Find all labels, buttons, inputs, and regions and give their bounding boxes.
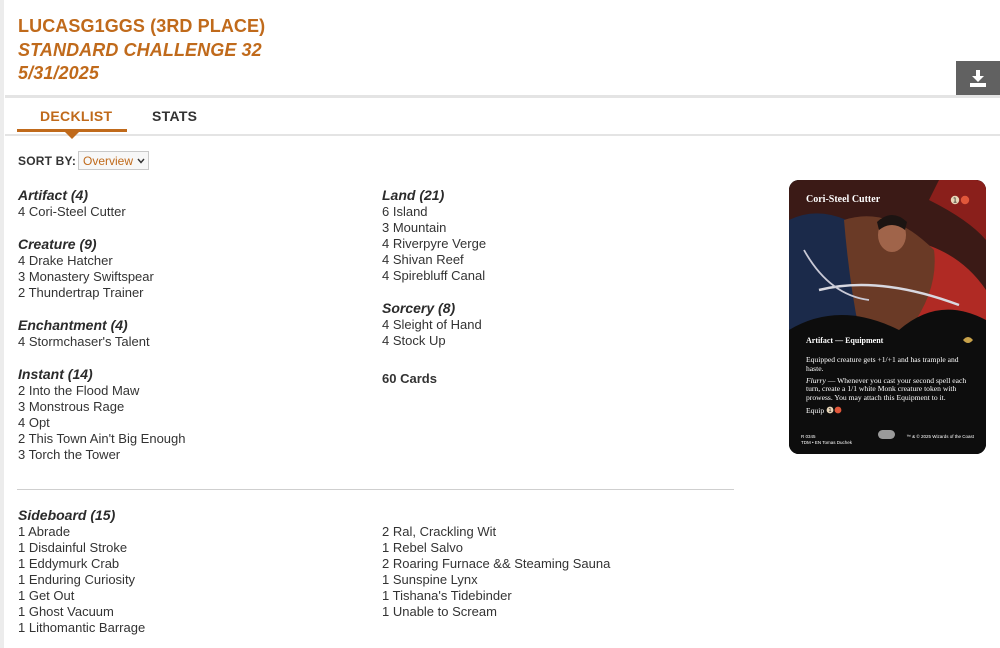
card-entry[interactable]: 4 Stock Up xyxy=(382,333,712,349)
card-group-enchantment: Enchantment (4) 4 Stormchaser's Talent xyxy=(18,317,348,350)
card-entry[interactable]: 4 Drake Hatcher xyxy=(18,253,348,269)
card-entry[interactable]: 1 Rebel Salvo xyxy=(382,540,712,556)
card-entry[interactable]: 3 Monstrous Rage xyxy=(18,399,348,415)
card-entry[interactable]: 3 Monastery Swiftspear xyxy=(18,269,348,285)
sideboard-column-1: 1 Abrade 1 Disdainful Stroke 1 Eddymurk … xyxy=(18,524,348,636)
card-type-line: Artifact — Equipment xyxy=(806,336,884,345)
card-entry[interactable]: 1 Lithomantic Barrage xyxy=(18,620,348,636)
card-entry[interactable]: 1 Abrade xyxy=(18,524,348,540)
tab-bar: DECKLIST STATS xyxy=(0,98,1000,139)
decklist-column-1: Artifact (4) 4 Cori-Steel Cutter Creatur… xyxy=(18,187,348,479)
player-title: LUCASG1GGS (3RD PLACE) xyxy=(18,16,266,36)
total-card-count: 60 Cards xyxy=(382,371,437,386)
card-entry[interactable]: 2 Into the Flood Maw xyxy=(18,383,348,399)
sort-select[interactable]: Overview xyxy=(78,151,149,170)
card-entry[interactable]: 2 This Town Ain't Big Enough xyxy=(18,431,348,447)
mana-cost-icon: 1 xyxy=(950,195,970,205)
card-entry[interactable]: 3 Mountain xyxy=(382,220,712,236)
sideboard-title: Sideboard (15) xyxy=(18,507,116,523)
card-entry[interactable]: 6 Island xyxy=(382,204,712,220)
tab-decklist[interactable]: DECKLIST xyxy=(40,108,112,124)
card-entry[interactable]: 1 Sunspine Lynx xyxy=(382,572,712,588)
card-artist: Tomas Duchek xyxy=(822,439,853,445)
equip-cost-icon: 1 xyxy=(826,406,842,414)
rules-paragraph-1: Equipped creature gets +1/+1 and has tra… xyxy=(806,355,959,373)
card-group-land: Land (21) 6 Island 3 Mountain 4 Riverpyr… xyxy=(382,187,712,284)
card-group-artifact: Artifact (4) 4 Cori-Steel Cutter xyxy=(18,187,348,220)
card-name: Cori-Steel Cutter xyxy=(806,194,881,205)
card-entry[interactable]: 1 Disdainful Stroke xyxy=(18,540,348,556)
active-tab-pointer xyxy=(65,132,79,139)
sort-selected-value: Overview xyxy=(83,154,134,168)
event-title: STANDARD CHALLENGE 32 xyxy=(18,40,262,60)
tab-bar-divider xyxy=(5,134,1000,136)
equip-keyword: Equip xyxy=(806,405,825,415)
card-entry[interactable]: 1 Tishana's Tidebinder xyxy=(382,588,712,604)
download-button[interactable] xyxy=(956,61,1000,96)
card-group-creature: Creature (9) 4 Drake Hatcher 3 Monastery… xyxy=(18,236,348,301)
svg-text:1: 1 xyxy=(828,408,832,414)
card-entry[interactable]: 4 Opt xyxy=(18,415,348,431)
page-header: LUCASG1GGS (3RD PLACE) STANDARD CHALLENG… xyxy=(0,0,1000,98)
card-entry[interactable]: 2 Thundertrap Trainer xyxy=(18,285,348,301)
flurry-text: — Whenever you cast your second spell ea… xyxy=(806,375,967,403)
card-entry[interactable]: 1 Get Out xyxy=(18,588,348,604)
card-entry[interactable]: 1 Enduring Curiosity xyxy=(18,572,348,588)
group-title: Land (21) xyxy=(382,187,445,203)
card-preview: Cori-Steel Cutter 1 Artifact — Equipment… xyxy=(789,180,986,454)
collector-set-line: TDM • EN Tomas Duchek xyxy=(801,440,852,446)
card-entry[interactable]: 4 Spirebluff Canal xyxy=(382,268,712,284)
sort-label: SORT BY: xyxy=(18,154,77,168)
card-entry[interactable]: 1 Ghost Vacuum xyxy=(18,604,348,620)
card-entry[interactable]: 2 Ral, Crackling Wit xyxy=(382,524,712,540)
group-title: Artifact (4) xyxy=(18,187,89,203)
flurry-keyword: Flurry xyxy=(806,375,826,385)
group-title: Creature (9) xyxy=(18,236,97,252)
decklist-column-2: Land (21) 6 Island 3 Mountain 4 Riverpyr… xyxy=(382,187,712,386)
svg-text:1: 1 xyxy=(953,197,957,205)
chevron-down-icon xyxy=(137,158,145,164)
set-code: TDM • EN xyxy=(801,439,822,445)
card-entry[interactable]: 1 Eddymurk Crab xyxy=(18,556,348,572)
sideboard-column-2: 2 Ral, Crackling Wit 1 Rebel Salvo 2 Roa… xyxy=(382,524,712,620)
group-title: Enchantment (4) xyxy=(18,317,128,333)
rules-paragraph-3: Equip 1 xyxy=(806,406,972,416)
download-icon xyxy=(970,70,986,87)
group-title: Instant (14) xyxy=(18,366,93,382)
holo-stamp xyxy=(878,430,895,439)
card-entry[interactable]: 4 Cori-Steel Cutter xyxy=(18,204,348,220)
card-entry[interactable]: 4 Stormchaser's Talent xyxy=(18,334,348,350)
card-entry[interactable]: 2 Roaring Furnace && Steaming Sauna xyxy=(382,556,712,572)
card-group-instant: Instant (14) 2 Into the Flood Maw 3 Mons… xyxy=(18,366,348,463)
card-collector-info: R 0345 TDM • EN Tomas Duchek xyxy=(801,434,852,445)
sideboard-divider xyxy=(17,489,734,490)
card-entry[interactable]: 3 Torch the Tower xyxy=(18,447,348,463)
card-copyright: ™ & © 2025 Wizards of the Coast xyxy=(906,434,974,439)
group-title: Sorcery (8) xyxy=(382,300,456,316)
tab-stats[interactable]: STATS xyxy=(152,108,197,124)
card-entry[interactable]: 1 Unable to Scream xyxy=(382,604,712,620)
card-entry[interactable]: 4 Riverpyre Verge xyxy=(382,236,712,252)
set-symbol-icon xyxy=(963,337,973,343)
event-date: 5/31/2025 xyxy=(18,63,99,83)
card-group-sorcery: Sorcery (8) 4 Sleight of Hand 4 Stock Up xyxy=(382,300,712,349)
rules-paragraph-2: Flurry — Whenever you cast your second s… xyxy=(806,375,972,403)
card-entry[interactable]: 4 Sleight of Hand xyxy=(382,317,712,333)
card-rules-text: Equipped creature gets +1/+1 and has tra… xyxy=(806,355,972,419)
card-entry[interactable]: 4 Shivan Reef xyxy=(382,252,712,268)
